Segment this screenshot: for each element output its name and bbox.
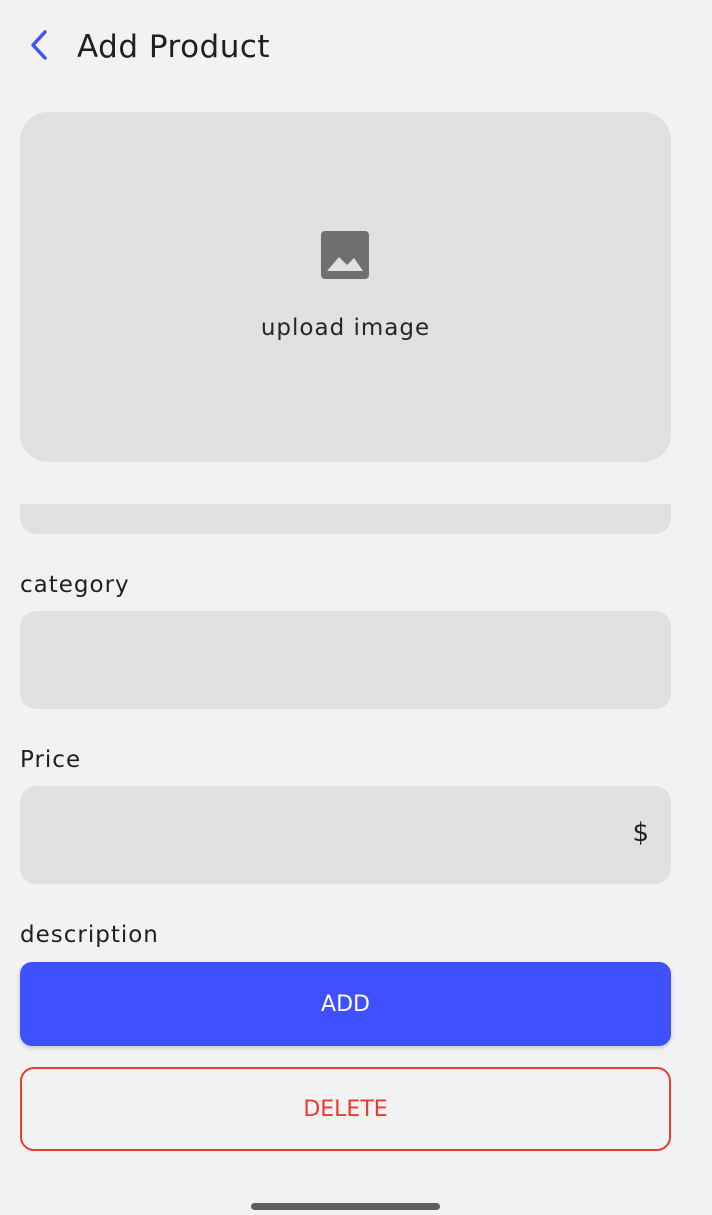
description-label: description (20, 922, 159, 948)
chevron-left-icon (28, 28, 50, 66)
price-label: Price (20, 747, 82, 773)
price-field[interactable]: $ (20, 786, 671, 884)
page-title: Add Product (77, 29, 271, 65)
upload-image-area[interactable]: upload image (20, 112, 671, 462)
upload-image-label: upload image (260, 315, 431, 341)
category-label: category (20, 572, 130, 598)
currency-symbol: $ (632, 818, 649, 848)
name-field[interactable] (20, 504, 671, 534)
category-field[interactable] (20, 611, 671, 709)
image-icon (321, 231, 369, 279)
add-button[interactable]: ADD (20, 962, 671, 1046)
app-header: Add Product (0, 0, 712, 94)
back-button[interactable] (20, 27, 58, 67)
home-indicator[interactable] (251, 1203, 440, 1210)
delete-button[interactable]: DELETE (20, 1067, 671, 1151)
add-product-screen: Add Product upload image category Price … (0, 0, 712, 1215)
